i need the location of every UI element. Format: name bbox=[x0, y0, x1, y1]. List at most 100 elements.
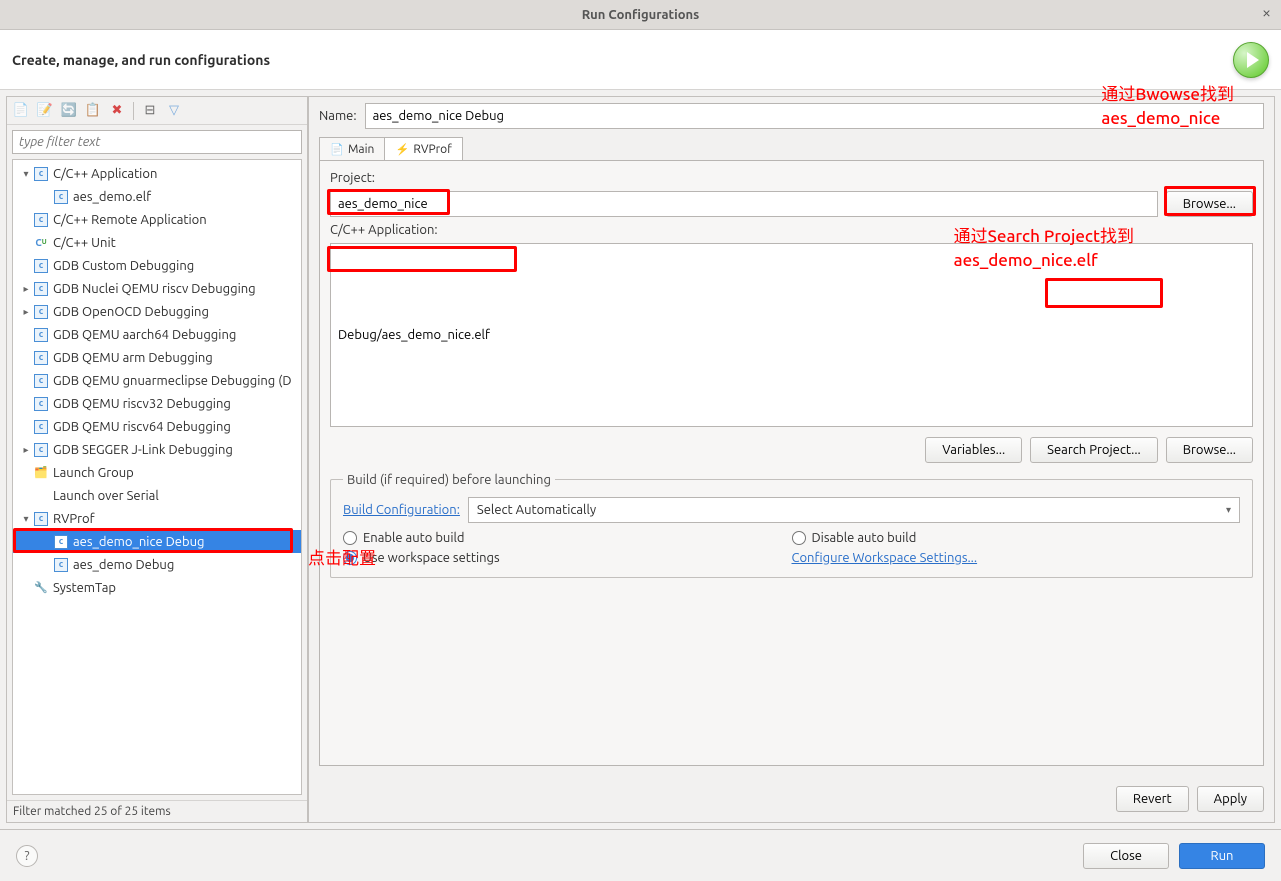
new-proto-icon[interactable]: 📝 bbox=[37, 103, 53, 119]
dialog-footer: ? Close Run bbox=[0, 829, 1281, 881]
enable-auto-build-option[interactable]: Enable auto build bbox=[343, 531, 792, 545]
tree-item[interactable]: ▸🔧SystemTap bbox=[13, 576, 301, 599]
tree-item-label: GDB QEMU aarch64 Debugging bbox=[53, 328, 236, 342]
panel-button-bar: Revert Apply bbox=[309, 776, 1274, 822]
tree-item-label: aes_demo_nice Debug bbox=[73, 535, 204, 549]
twisty-icon[interactable]: ▸ bbox=[19, 444, 33, 456]
tree-item[interactable]: ▸cGDB QEMU gnuarmeclipse Debugging (D bbox=[13, 369, 301, 392]
twisty-icon[interactable]: ▾ bbox=[19, 513, 33, 525]
tree-item-label: GDB QEMU gnuarmeclipse Debugging (D bbox=[53, 374, 292, 388]
config-tree[interactable]: ▾cC/C++ Application▸caes_demo.elf▸cC/C++… bbox=[12, 159, 302, 795]
new-config-icon[interactable]: 📄 bbox=[13, 103, 29, 119]
tree-item-label: Launch over Serial bbox=[53, 489, 159, 503]
tree-item[interactable]: ▸🗂️Launch Group bbox=[13, 461, 301, 484]
tree-item[interactable]: ▾cRVProf bbox=[13, 507, 301, 530]
tree-item[interactable]: ▸cGDB QEMU riscv32 Debugging bbox=[13, 392, 301, 415]
collapse-all-icon[interactable]: ⊟ bbox=[142, 103, 158, 119]
tree-item[interactable]: ▸cGDB Nuclei QEMU riscv Debugging bbox=[13, 277, 301, 300]
browse-app-button[interactable]: Browse... bbox=[1166, 437, 1253, 463]
build-config-value: Select Automatically bbox=[477, 503, 596, 517]
twisty-icon[interactable]: ▾ bbox=[19, 168, 33, 180]
export-icon[interactable]: 🔄 bbox=[61, 103, 77, 119]
use-workspace-radio[interactable] bbox=[343, 551, 357, 565]
tree-item[interactable]: ▸CUC/C++ Unit bbox=[13, 231, 301, 254]
tree-item-label: C/C++ Application bbox=[53, 167, 157, 181]
main-tab-content: Project: Browse... C/C++ Application: Va… bbox=[319, 160, 1264, 766]
tree-item[interactable]: ▸cGDB OpenOCD Debugging bbox=[13, 300, 301, 323]
app-input[interactable] bbox=[330, 243, 1253, 427]
tree-item-label: Launch Group bbox=[53, 466, 134, 480]
tab-rvprof-label: RVProf bbox=[413, 143, 451, 156]
tree-item-label: C/C++ Unit bbox=[53, 236, 116, 250]
tab-rvprof[interactable]: ⚡ RVProf bbox=[384, 137, 462, 160]
tree-item[interactable]: ▸Launch over Serial bbox=[13, 484, 301, 507]
configure-workspace-link[interactable]: Configure Workspace Settings... bbox=[792, 551, 1241, 565]
tree-item[interactable]: ▸cGDB QEMU aarch64 Debugging bbox=[13, 323, 301, 346]
config-name-input[interactable] bbox=[365, 103, 1264, 129]
toolbar-separator bbox=[133, 102, 134, 120]
rvprof-icon: ⚡ bbox=[395, 142, 409, 156]
tree-item[interactable]: ▸cGDB Custom Debugging bbox=[13, 254, 301, 277]
header-title: Create, manage, and run configurations bbox=[12, 52, 270, 68]
run-configurations-window: Run Configurations × Create, manage, and… bbox=[0, 0, 1281, 881]
tab-main[interactable]: 📄 Main bbox=[319, 137, 385, 160]
window-close-button[interactable]: × bbox=[1262, 4, 1271, 22]
tree-item[interactable]: ▸caes_demo Debug bbox=[13, 553, 301, 576]
enable-auto-radio[interactable] bbox=[343, 531, 357, 545]
project-input[interactable] bbox=[330, 191, 1158, 217]
build-config-select[interactable]: Select Automatically ▾ bbox=[468, 497, 1240, 523]
app-button-row: Variables... Search Project... Browse... bbox=[330, 437, 1253, 463]
window-title: Run Configurations bbox=[582, 8, 700, 22]
project-label: Project: bbox=[330, 171, 1253, 185]
build-legend: Build (if required) before launching bbox=[343, 473, 555, 487]
tree-item[interactable]: ▸cC/C++ Remote Application bbox=[13, 208, 301, 231]
config-tabs: 📄 Main ⚡ RVProf bbox=[319, 137, 1274, 160]
run-icon bbox=[1233, 42, 1269, 78]
tree-item-label: GDB QEMU arm Debugging bbox=[53, 351, 213, 365]
tree-item-label: GDB Custom Debugging bbox=[53, 259, 194, 273]
app-label: C/C++ Application: bbox=[330, 223, 1253, 237]
tree-item-selected[interactable]: ▸caes_demo_nice Debug bbox=[13, 530, 301, 553]
search-project-button[interactable]: Search Project... bbox=[1030, 437, 1158, 463]
name-label: Name: bbox=[319, 109, 357, 123]
build-radio-group: Enable auto build Disable auto build Use… bbox=[343, 531, 1240, 565]
main-content: 📄 📝 🔄 📋 ✖ ⊟ ▽ ▾cC/C++ Application▸caes_d… bbox=[0, 90, 1281, 829]
tree-item[interactable]: ▾cC/C++ Application bbox=[13, 162, 301, 185]
use-workspace-option[interactable]: Use workspace settings bbox=[343, 551, 792, 565]
tree-item-label: C/C++ Remote Application bbox=[53, 213, 207, 227]
tree-item-label: aes_demo.elf bbox=[73, 190, 151, 204]
apply-button[interactable]: Apply bbox=[1197, 786, 1264, 812]
left-panel: 📄 📝 🔄 📋 ✖ ⊟ ▽ ▾cC/C++ Application▸caes_d… bbox=[6, 96, 308, 823]
tab-main-label: Main bbox=[348, 143, 374, 156]
file-icon: 📄 bbox=[330, 142, 344, 156]
tree-item-label: GDB QEMU riscv64 Debugging bbox=[53, 420, 231, 434]
duplicate-icon[interactable]: 📋 bbox=[85, 103, 101, 119]
tree-item-label: GDB QEMU riscv32 Debugging bbox=[53, 397, 231, 411]
twisty-icon[interactable]: ▸ bbox=[19, 306, 33, 318]
revert-button[interactable]: Revert bbox=[1116, 786, 1189, 812]
chevron-down-icon: ▾ bbox=[1226, 504, 1231, 516]
build-config-link[interactable]: Build Configuration: bbox=[343, 503, 460, 517]
help-button[interactable]: ? bbox=[16, 845, 38, 867]
tree-item[interactable]: ▸cGDB SEGGER J-Link Debugging bbox=[13, 438, 301, 461]
tree-item-label: RVProf bbox=[53, 512, 95, 526]
filter-status: Filter matched 25 of 25 items bbox=[7, 800, 307, 822]
tree-item[interactable]: ▸cGDB QEMU arm Debugging bbox=[13, 346, 301, 369]
run-button[interactable]: Run bbox=[1179, 843, 1265, 869]
name-row: Name: bbox=[309, 97, 1274, 135]
variables-button[interactable]: Variables... bbox=[925, 437, 1022, 463]
delete-icon[interactable]: ✖ bbox=[109, 103, 125, 119]
tree-item-label: aes_demo Debug bbox=[73, 558, 174, 572]
tree-filter-input[interactable] bbox=[12, 130, 302, 154]
tree-item-label: SystemTap bbox=[53, 581, 116, 595]
disable-auto-radio[interactable] bbox=[792, 531, 806, 545]
filter-icon[interactable]: ▽ bbox=[166, 103, 182, 119]
browse-project-button[interactable]: Browse... bbox=[1166, 191, 1253, 217]
tree-item[interactable]: ▸cGDB QEMU riscv64 Debugging bbox=[13, 415, 301, 438]
tree-item-label: GDB Nuclei QEMU riscv Debugging bbox=[53, 282, 256, 296]
tree-item[interactable]: ▸caes_demo.elf bbox=[13, 185, 301, 208]
twisty-icon[interactable]: ▸ bbox=[19, 283, 33, 295]
close-button[interactable]: Close bbox=[1083, 843, 1169, 869]
disable-auto-build-option[interactable]: Disable auto build bbox=[792, 531, 1241, 545]
tree-toolbar: 📄 📝 🔄 📋 ✖ ⊟ ▽ bbox=[7, 97, 307, 125]
